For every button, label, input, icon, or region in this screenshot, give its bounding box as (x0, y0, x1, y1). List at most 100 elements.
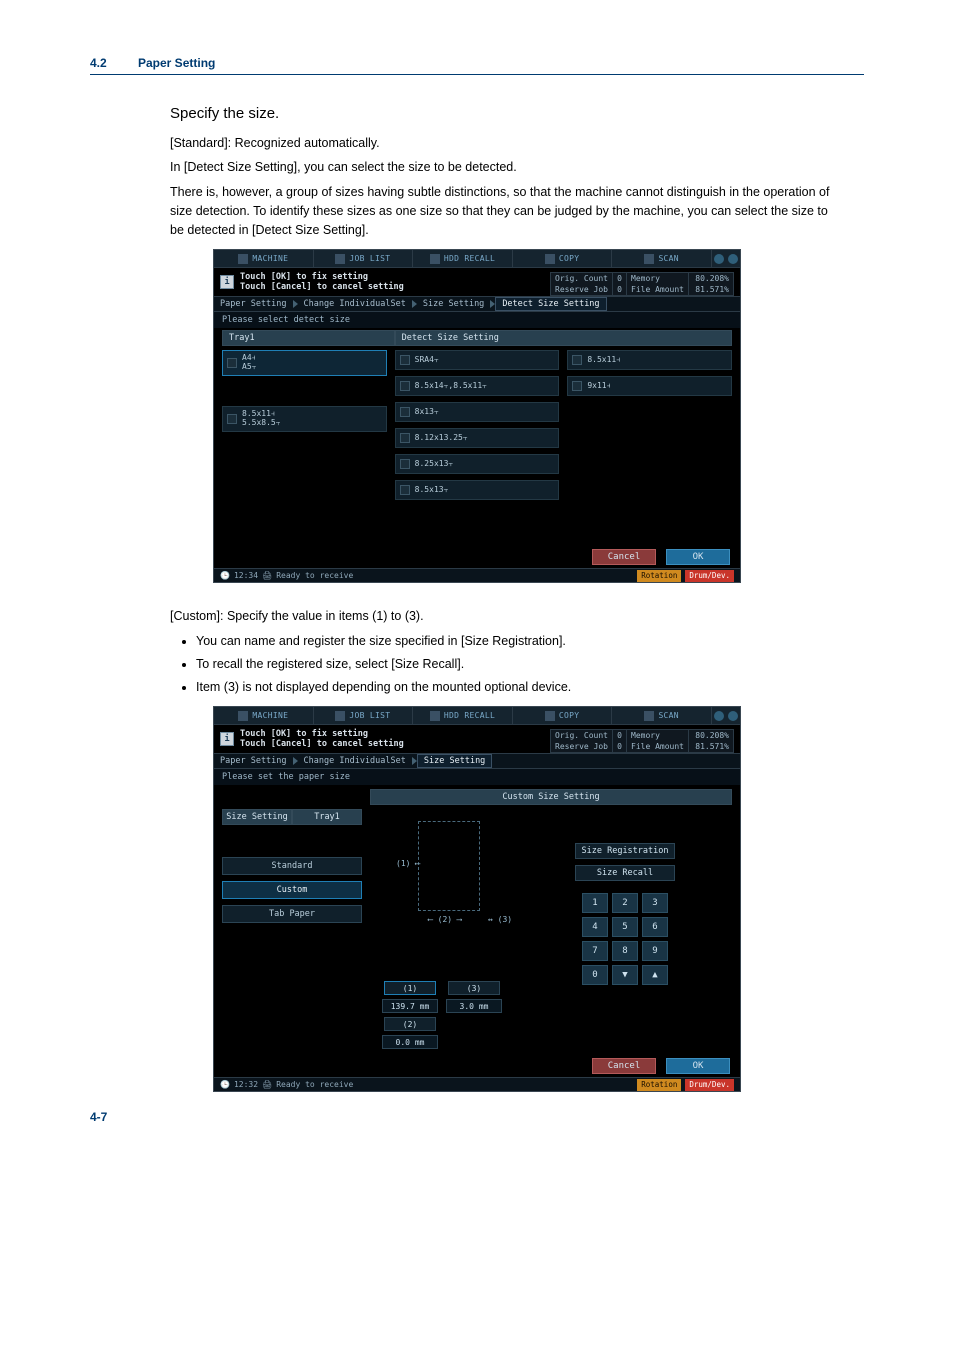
key-up[interactable]: ▲ (642, 965, 668, 985)
status-msg: Ready to receive (276, 1080, 353, 1089)
tab-extra[interactable] (712, 250, 740, 267)
screenshot-detect-size: MACHINE JOB LIST HDD RECALL COPY SCAN i … (213, 249, 741, 583)
checkbox-icon (400, 485, 410, 495)
dim-value-2: 0.0 mm (382, 1035, 438, 1049)
size-option[interactable]: A4⫞A5⫟ (222, 350, 387, 376)
dim-button-1[interactable]: (1) (384, 981, 436, 995)
size-option[interactable]: SRA4⫟ (395, 350, 560, 370)
page-number: 4-7 (90, 1110, 107, 1124)
key-8[interactable]: 8 (612, 941, 638, 961)
key-0[interactable]: 0 (582, 965, 608, 985)
tab-joblist[interactable]: JOB LIST (314, 250, 414, 267)
checkbox-icon (400, 381, 410, 391)
dim-button-3[interactable]: (3) (448, 981, 500, 995)
status-table: Orig. Count0Memory80.208% Reserve Job0Fi… (550, 729, 734, 753)
col-header-detect: Detect Size Setting (395, 330, 732, 346)
status-msg: Ready to receive (276, 571, 353, 580)
crumb-size-setting[interactable]: Size Setting (417, 299, 490, 309)
list-icon (335, 711, 345, 721)
tab-extra[interactable] (712, 707, 740, 724)
top-tabs: MACHINE JOB LIST HDD RECALL COPY SCAN (214, 707, 740, 725)
crumb-detect-size[interactable]: Detect Size Setting (495, 297, 606, 311)
checkbox-icon (400, 459, 410, 469)
tab-machine[interactable]: MACHINE (214, 250, 314, 267)
machine-icon (238, 711, 248, 721)
custom-size-header: Custom Size Setting (370, 789, 732, 805)
size-option[interactable]: 8x13⫟ (395, 402, 560, 422)
dim-button-2[interactable]: (2) (384, 1017, 436, 1031)
key-9[interactable]: 9 (642, 941, 668, 961)
tab-scan[interactable]: SCAN (612, 250, 712, 267)
info-text: Touch [OK] to fix setting Touch [Cancel]… (240, 272, 404, 292)
checkbox-icon (400, 433, 410, 443)
size-option[interactable]: 8.5x14⫟,8.5x11⫟ (395, 376, 560, 396)
checkbox-icon (227, 414, 237, 424)
size-recall-button[interactable]: Size Recall (575, 865, 675, 881)
section-title: Paper Setting (138, 56, 215, 70)
clock-icon: 🕒 (220, 571, 230, 580)
cancel-button[interactable]: Cancel (592, 549, 656, 565)
checkbox-icon (572, 355, 582, 365)
key-7[interactable]: 7 (582, 941, 608, 961)
key-5[interactable]: 5 (612, 917, 638, 937)
size-option[interactable]: 8.5x13⫟ (395, 480, 560, 500)
help-icon (728, 711, 738, 721)
hdd-icon (430, 711, 440, 721)
info-icon: i (220, 275, 234, 289)
size-mode-standard[interactable]: Standard (222, 857, 362, 875)
size-mode-custom[interactable]: Custom (222, 881, 362, 899)
dim-value-3: 3.0 mm (446, 999, 502, 1013)
ok-button[interactable]: OK (666, 1058, 730, 1074)
tab-copy[interactable]: COPY (513, 250, 613, 267)
printer-icon: 🖨 (262, 1080, 272, 1089)
tab-hddrecall[interactable]: HDD RECALL (413, 250, 513, 267)
dim-value-1: 139.7 mm (382, 999, 438, 1013)
size-registration-button[interactable]: Size Registration (575, 843, 675, 859)
section-number: 4.2 (90, 56, 120, 70)
size-option[interactable]: 9x11⫞ (567, 376, 732, 396)
intro-p3: There is, however, a group of sizes havi… (170, 183, 844, 239)
tab-copy[interactable]: COPY (513, 707, 613, 724)
tab-scan[interactable]: SCAN (612, 707, 712, 724)
dim-label-3: ↔ (3) (488, 915, 512, 924)
status-table: Orig. Count0Memory80.208% Reserve Job0Fi… (550, 272, 734, 296)
breadcrumb: Paper Setting Change IndividualSet Size … (214, 753, 740, 769)
size-option[interactable]: 8.5x11⫞ (567, 350, 732, 370)
key-down[interactable]: ▼ (612, 965, 638, 985)
header-rule (90, 74, 864, 75)
size-option[interactable]: 8.12x13.25⫟ (395, 428, 560, 448)
bullet-item: You can name and register the size speci… (196, 632, 844, 651)
numeric-keypad: 1 2 3 4 5 6 7 8 9 0 ▼ ▲ (582, 893, 668, 985)
ok-button[interactable]: OK (666, 549, 730, 565)
crumb-paper-setting[interactable]: Paper Setting (214, 299, 293, 309)
size-option[interactable]: 8.25x13⫟ (395, 454, 560, 474)
key-1[interactable]: 1 (582, 893, 608, 913)
screenshot-custom-size: MACHINE JOB LIST HDD RECALL COPY SCAN i … (213, 706, 741, 1092)
crumb-change-indiv[interactable]: Change IndividualSet (298, 299, 412, 309)
checkbox-icon (572, 381, 582, 391)
drum-indicator: Drum/Dev. (685, 1079, 734, 1091)
crumb-paper-setting[interactable]: Paper Setting (214, 756, 293, 766)
key-2[interactable]: 2 (612, 893, 638, 913)
top-tabs: MACHINE JOB LIST HDD RECALL COPY SCAN (214, 250, 740, 268)
tab-joblist[interactable]: JOB LIST (314, 707, 414, 724)
volume-icon (714, 711, 724, 721)
key-6[interactable]: 6 (642, 917, 668, 937)
crumb-change-indiv[interactable]: Change IndividualSet (298, 756, 412, 766)
checkbox-icon (400, 407, 410, 417)
size-mode-tabpaper[interactable]: Tab Paper (222, 905, 362, 923)
tab-hddrecall[interactable]: HDD RECALL (413, 707, 513, 724)
status-time: 12:32 (234, 1080, 258, 1089)
intro-p2: In [Detect Size Setting], you can select… (170, 158, 844, 177)
bullet-item: Item (3) is not displayed depending on t… (196, 678, 844, 697)
key-3[interactable]: 3 (642, 893, 668, 913)
crumb-size-setting[interactable]: Size Setting (417, 754, 492, 768)
hdd-icon (430, 254, 440, 264)
cancel-button[interactable]: Cancel (592, 1058, 656, 1074)
tab-machine[interactable]: MACHINE (214, 707, 314, 724)
drum-indicator: Drum/Dev. (685, 570, 734, 582)
lead-text: Specify the size. (170, 103, 844, 126)
size-option[interactable]: 8.5x11⫞5.5x8.5⫟ (222, 406, 387, 432)
breadcrumb: Paper Setting Change IndividualSet Size … (214, 296, 740, 312)
key-4[interactable]: 4 (582, 917, 608, 937)
